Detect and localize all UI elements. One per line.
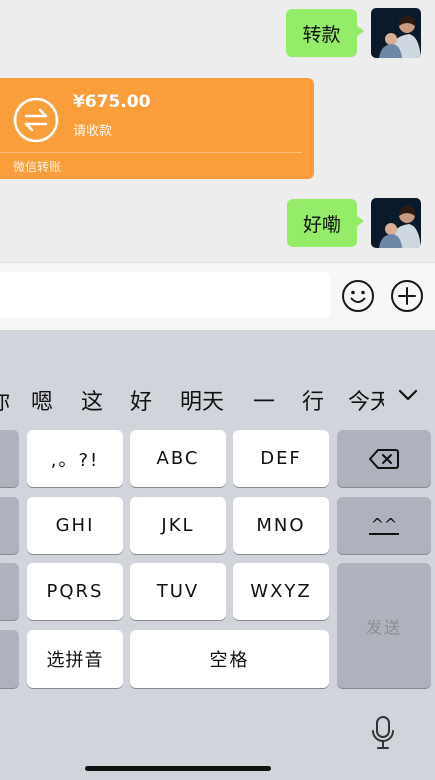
avatar-photo-icon bbox=[371, 198, 421, 248]
message-text: 转款 bbox=[302, 23, 341, 46]
candidate-word[interactable]: 明天 bbox=[180, 384, 224, 416]
avatar[interactable] bbox=[371, 8, 421, 58]
left-edge-key[interactable] bbox=[0, 563, 19, 620]
send-button[interactable]: 发送 bbox=[337, 563, 431, 688]
key-tuv[interactable]: TUV bbox=[130, 563, 226, 620]
home-indicator[interactable] bbox=[85, 766, 271, 771]
key-abc[interactable]: ABC bbox=[130, 430, 226, 487]
plus-icon[interactable] bbox=[390, 279, 424, 313]
transfer-footer: 微信转账 bbox=[13, 160, 62, 174]
message-bubble-outgoing[interactable]: 好嘞 bbox=[287, 199, 364, 247]
candidate-word[interactable]: 嗯 bbox=[31, 384, 53, 416]
key-pqrs[interactable]: PQRS bbox=[27, 563, 123, 620]
candidate-word[interactable]: 好 bbox=[130, 384, 152, 416]
message-bubble-outgoing[interactable]: 转款 bbox=[286, 9, 364, 57]
transfer-arrows-icon bbox=[13, 97, 59, 143]
left-edge-key[interactable] bbox=[0, 497, 19, 554]
key-def[interactable]: DEF bbox=[233, 430, 329, 487]
backspace-icon bbox=[369, 448, 399, 469]
candidate-word[interactable]: 一 bbox=[253, 384, 275, 416]
key-caret[interactable]: ^^ bbox=[337, 497, 431, 554]
candidate-word[interactable]: 今天 bbox=[348, 384, 384, 416]
avatar[interactable] bbox=[371, 198, 421, 248]
candidate-word[interactable]: 你 bbox=[0, 384, 10, 416]
microphone-icon[interactable] bbox=[371, 715, 395, 751]
transfer-divider bbox=[0, 152, 302, 153]
message-text: 好嘞 bbox=[302, 213, 341, 236]
delete-button[interactable] bbox=[337, 430, 431, 487]
chat-area: 转款 ¥675.00 请收款 微信转账 好嘞 bbox=[0, 0, 435, 262]
candidate-word[interactable]: 行 bbox=[302, 384, 324, 416]
key-jkl[interactable]: JKL bbox=[130, 497, 226, 554]
candidate-word[interactable]: 这 bbox=[81, 384, 103, 416]
key-wxyz[interactable]: WXYZ bbox=[233, 563, 329, 620]
avatar-photo-icon bbox=[371, 8, 421, 58]
key-mno[interactable]: MNO bbox=[233, 497, 329, 554]
space-key[interactable]: 空格 bbox=[130, 630, 329, 688]
key-ghi[interactable]: GHI bbox=[27, 497, 123, 554]
emoji-icon[interactable] bbox=[341, 279, 375, 313]
chevron-down-icon[interactable] bbox=[398, 388, 418, 402]
key-select-pinyin[interactable]: 选拼音 bbox=[27, 630, 123, 688]
left-edge-key[interactable] bbox=[0, 630, 19, 688]
left-edge-key[interactable] bbox=[0, 430, 19, 487]
transfer-amount: ¥675.00 bbox=[73, 92, 151, 112]
transfer-status: 请收款 bbox=[73, 124, 113, 139]
caret-label: ^^ bbox=[368, 514, 400, 535]
key-punctuation[interactable]: ,。?! bbox=[27, 430, 123, 487]
message-input[interactable] bbox=[0, 272, 330, 318]
